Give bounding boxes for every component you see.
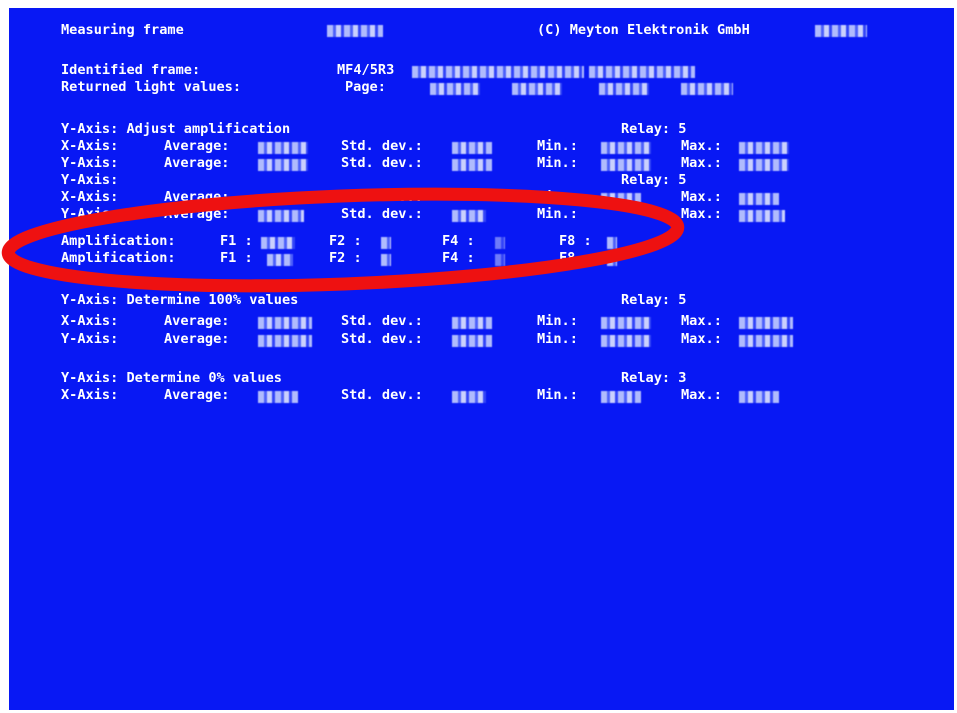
page: Measuring frame (C) Meyton Elektronik Gm…	[0, 0, 957, 713]
highlight-ellipse	[1, 187, 685, 293]
